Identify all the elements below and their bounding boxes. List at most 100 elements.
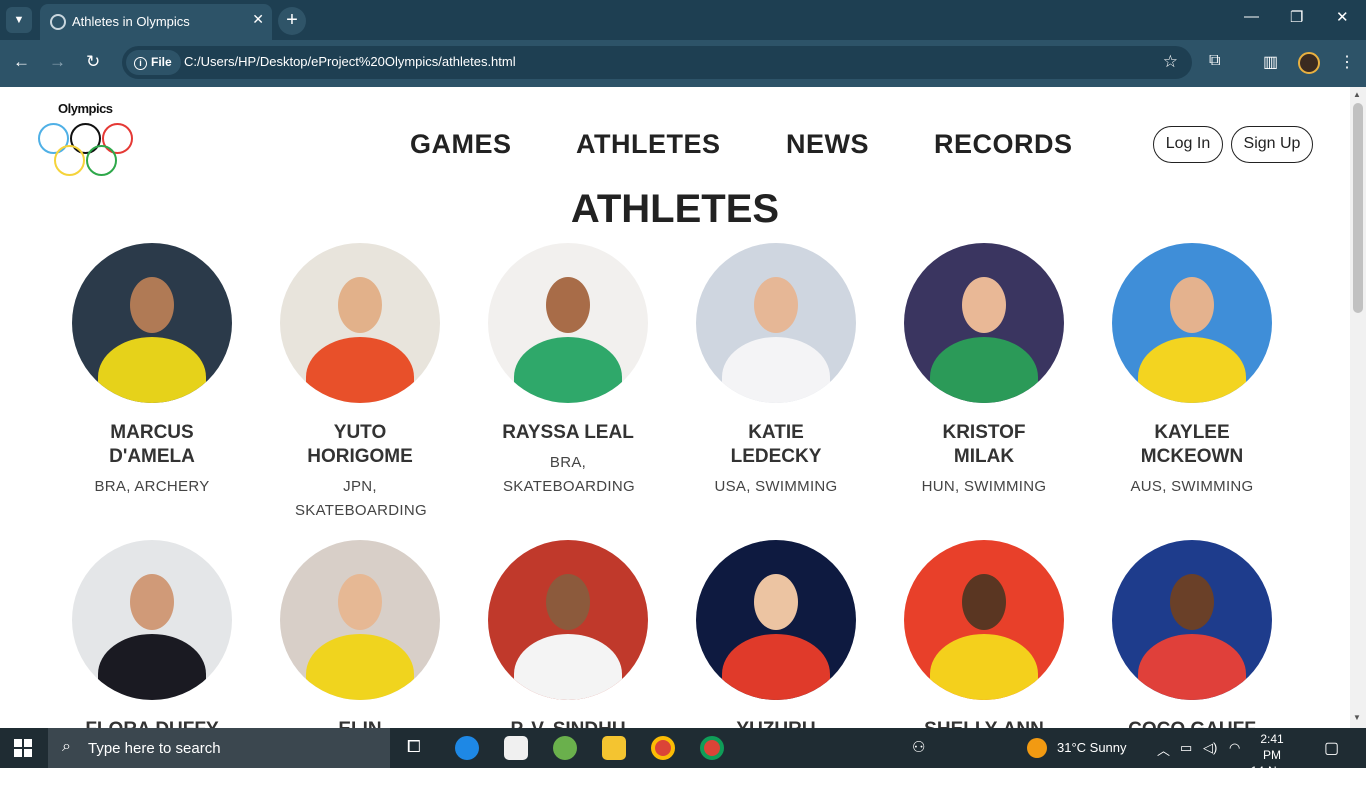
athlete-photo[interactable]: [280, 540, 440, 700]
nav-news[interactable]: NEWS: [786, 129, 869, 160]
athlete-photo[interactable]: [280, 243, 440, 403]
tray-chevron-icon[interactable]: ︿: [1157, 740, 1170, 759]
browser-tab[interactable]: Athletes in Olympics ✕: [40, 4, 272, 40]
url-text[interactable]: C:/Users/HP/Desktop/eProject%20Olympics/…: [184, 54, 516, 69]
new-tab-button[interactable]: +: [278, 7, 306, 35]
photo-head-shape: [130, 277, 174, 333]
athlete-name: KATIE LEDECKY: [730, 422, 822, 467]
nav-games[interactable]: GAMES: [410, 129, 512, 160]
store-icon[interactable]: [504, 736, 528, 760]
scroll-up-icon[interactable]: ▲: [1353, 90, 1361, 99]
nav-records[interactable]: RECORDS: [934, 129, 1073, 160]
chrome-icon[interactable]: [651, 736, 675, 760]
athlete-card[interactable]: SHELLY-ANN: [894, 540, 1074, 728]
athlete-card[interactable]: ELIN: [270, 540, 450, 728]
site-info-chip[interactable]: i File: [126, 50, 181, 75]
scroll-down-icon[interactable]: ▼: [1353, 713, 1361, 722]
olympics-logo[interactable]: Olympics: [36, 101, 136, 191]
athlete-card[interactable]: COCO GAUFF: [1102, 540, 1282, 728]
athlete-name: P. V. SINDHU: [503, 718, 633, 728]
athlete-name: COCO GAUFF: [1102, 718, 1282, 728]
taskbar-search[interactable]: ⌕ Type here to search: [48, 728, 390, 768]
athlete-card[interactable]: FLORA DUFFY: [62, 540, 242, 728]
photo-head-shape: [754, 574, 798, 630]
athlete-country-sport: AUS, SWIMMING: [1130, 478, 1254, 495]
close-window-button[interactable]: ✕: [1336, 8, 1349, 26]
chrome-active-icon[interactable]: [700, 736, 724, 760]
athlete-card[interactable]: YUZURU: [686, 540, 866, 728]
athlete-name: KRISTOF MILAK: [942, 422, 1026, 467]
athlete-card[interactable]: YUTO HORIGOME JPN, SKATEBOARDING: [270, 243, 450, 523]
athlete-country-sport: HUN, SWIMMING: [921, 478, 1047, 495]
photo-head-shape: [962, 574, 1006, 630]
ring-green: [86, 145, 117, 176]
athlete-card[interactable]: KATIE LEDECKY USA, SWIMMING: [686, 243, 866, 499]
login-button[interactable]: Log In: [1153, 126, 1223, 163]
system-clock[interactable]: 2:41 PM 14-Nov-23: [1250, 731, 1294, 795]
restore-button[interactable]: ❐: [1290, 8, 1303, 26]
signup-button[interactable]: Sign Up: [1231, 126, 1313, 163]
search-placeholder: Type here to search: [88, 740, 221, 757]
photo-body-shape: [722, 337, 830, 403]
battery-icon[interactable]: ▭: [1180, 740, 1192, 756]
info-icon: i: [134, 57, 147, 70]
edge-browser-icon[interactable]: [455, 736, 479, 760]
athlete-photo[interactable]: [1112, 540, 1272, 700]
tab-title: Athletes in Olympics: [72, 14, 190, 29]
athlete-photo[interactable]: [72, 540, 232, 700]
task-view-icon[interactable]: ⧠: [407, 737, 421, 757]
volume-icon[interactable]: ◁): [1203, 740, 1217, 756]
menu-kebab-icon[interactable]: ⋮: [1339, 52, 1355, 72]
athlete-card[interactable]: RAYSSA LEAL BRA, SKATEBOARDING: [478, 243, 658, 499]
athlete-photo[interactable]: [72, 243, 232, 403]
ring-yellow: [54, 145, 85, 176]
windows-start-icon[interactable]: [14, 739, 32, 757]
athlete-card[interactable]: MARCUS D'AMELA BRA, ARCHERY: [62, 243, 242, 499]
athlete-card[interactable]: P. V. SINDHU: [478, 540, 658, 728]
athlete-photo[interactable]: [488, 243, 648, 403]
forward-arrow-icon[interactable]: →: [49, 52, 66, 72]
page-scrollbar[interactable]: ▲ ▼: [1350, 87, 1366, 728]
athlete-photo[interactable]: [488, 540, 648, 700]
reload-icon[interactable]: ↻: [86, 52, 100, 72]
close-tab-icon[interactable]: ✕: [252, 11, 264, 28]
minimize-button[interactable]: —: [1244, 8, 1259, 25]
back-arrow-icon[interactable]: ←: [13, 52, 30, 72]
photo-body-shape: [306, 634, 414, 700]
notifications-icon[interactable]: ▢: [1324, 738, 1339, 758]
browser-tab-strip: ▼ Athletes in Olympics ✕ + — ❐ ✕: [0, 0, 1366, 40]
photo-head-shape: [962, 277, 1006, 333]
athlete-photo[interactable]: [696, 243, 856, 403]
athlete-photo[interactable]: [1112, 243, 1272, 403]
people-icon[interactable]: ⚇: [912, 738, 925, 756]
athlete-country-sport: BRA, ARCHERY: [94, 478, 210, 495]
athlete-photo[interactable]: [696, 540, 856, 700]
side-panel-icon[interactable]: ▥: [1263, 52, 1278, 72]
nav-athletes[interactable]: ATHLETES: [576, 129, 721, 160]
tab-search-button[interactable]: ▼: [6, 7, 32, 33]
utorrent-icon[interactable]: [553, 736, 577, 760]
search-icon: ⌕: [62, 738, 71, 755]
profile-avatar[interactable]: [1298, 52, 1320, 74]
athlete-country-sport: USA, SWIMMING: [714, 478, 838, 495]
extensions-icon[interactable]: ⧉: [1209, 52, 1220, 70]
scroll-thumb[interactable]: [1353, 103, 1363, 313]
athlete-card[interactable]: KAYLEE MCKEOWN AUS, SWIMMING: [1102, 243, 1282, 499]
athlete-photo[interactable]: [904, 540, 1064, 700]
weather-sun-icon[interactable]: [1027, 738, 1047, 758]
address-bar[interactable]: i File C:/Users/HP/Desktop/eProject%20Oly…: [122, 46, 1192, 79]
photo-body-shape: [722, 634, 830, 700]
athlete-name: YUTO HORIGOME: [307, 422, 413, 467]
photo-body-shape: [1138, 634, 1246, 700]
athlete-card[interactable]: KRISTOF MILAK HUN, SWIMMING: [894, 243, 1074, 499]
bookmark-star-icon[interactable]: ☆: [1163, 52, 1178, 72]
browser-toolbar: ← → ↻ i File C:/Users/HP/Desktop/eProject…: [0, 40, 1366, 87]
weather-text[interactable]: 31°C Sunny: [1057, 740, 1127, 755]
athlete-photo[interactable]: [904, 243, 1064, 403]
photo-body-shape: [930, 337, 1038, 403]
photo-head-shape: [1170, 574, 1214, 630]
windows-taskbar: ⌕ Type here to search ⧠ ⚇ 31°C Sunny ︿ ▭…: [0, 728, 1366, 794]
wifi-icon[interactable]: ◠: [1229, 740, 1240, 756]
athlete-name: FLORA DUFFY: [62, 718, 242, 728]
file-explorer-icon[interactable]: [602, 736, 626, 760]
